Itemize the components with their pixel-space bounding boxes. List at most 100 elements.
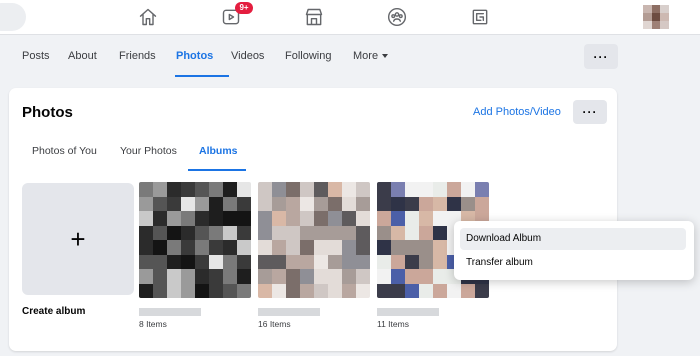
thumbnail-pixel [209,182,223,197]
thumbnail-pixel [272,182,286,197]
thumbnail-pixel [433,225,447,240]
thumbnail-pixel [461,283,475,298]
tab-friends[interactable]: Friends [119,50,156,62]
thumbnail-pixel [391,254,405,269]
thumbnail-pixel [433,240,447,255]
thumbnail-pixel [272,269,286,284]
thumbnail-pixel [300,225,314,240]
thumbnail-pixel [195,196,209,211]
thumbnail-pixel [258,283,272,298]
thumbnail-pixel [272,225,286,240]
album-title-redacted [258,308,320,316]
thumbnail-pixel [328,182,342,197]
groups-icon[interactable] [385,5,409,29]
thumbnail-pixel [419,211,433,226]
thumbnail-pixel [153,254,167,269]
tab-posts[interactable]: Posts [22,50,50,62]
create-album-button[interactable]: + [22,183,134,295]
thumbnail-pixel [391,211,405,226]
thumbnail-pixel [237,240,251,255]
thumbnail-pixel [405,283,419,298]
thumbnail-pixel [405,254,419,269]
thumbnail-pixel [181,196,195,211]
thumbnail-pixel [237,211,251,226]
download-album-menu-item[interactable]: Download Album [460,228,686,250]
thumbnail-pixel [342,283,356,298]
thumbnail-pixel [209,211,223,226]
album-thumbnail[interactable] [258,182,370,298]
thumbnail-pixel [391,240,405,255]
thumbnail-pixel [342,211,356,226]
thumbnail-pixel [286,254,300,269]
home-icon[interactable] [136,5,160,29]
thumbnail-pixel [286,182,300,197]
thumbnail-pixel [405,240,419,255]
gaming-icon[interactable] [468,5,492,29]
thumbnail-pixel [391,225,405,240]
thumbnail-pixel [209,225,223,240]
album-item-count: 8 Items [139,319,167,329]
thumbnail-pixel [223,240,237,255]
thumbnail-pixel [377,225,391,240]
active-tab-indicator [175,75,229,77]
thumbnail-pixel [475,283,489,298]
thumbnail-pixel [258,225,272,240]
thumbnail-pixel [272,211,286,226]
thumbnail-pixel [342,254,356,269]
transfer-album-menu-item[interactable]: Transfer album [460,252,686,274]
avatar[interactable] [643,5,669,29]
marketplace-icon[interactable] [302,5,326,29]
tab-following[interactable]: Following [285,50,331,62]
tab-about[interactable]: About [68,50,97,62]
thumbnail-pixel [356,196,370,211]
album-thumbnail[interactable] [139,182,251,298]
tab-more[interactable]: More [353,50,389,62]
tab-albums[interactable]: Albums [199,145,238,157]
thumbnail-pixel [405,196,419,211]
thumbnail-pixel [314,283,328,298]
thumbnail-pixel [139,269,153,284]
tab-videos[interactable]: Videos [231,50,264,62]
thumbnail-pixel [167,211,181,226]
thumbnail-pixel [286,269,300,284]
thumbnail-pixel [300,182,314,197]
profile-options-button[interactable]: ··· [584,44,618,69]
thumbnail-pixel [314,182,328,197]
thumbnail-pixel [286,283,300,298]
thumbnail-pixel [223,211,237,226]
thumbnail-pixel [237,225,251,240]
thumbnail-pixel [314,225,328,240]
thumbnail-pixel [153,211,167,226]
create-album-label: Create album [22,306,86,317]
thumbnail-pixel [237,196,251,211]
tab-photos[interactable]: Photos [176,50,213,62]
tab-photos-of-you[interactable]: Photos of You [32,145,97,157]
search-pill[interactable] [0,3,26,31]
thumbnail-pixel [377,254,391,269]
add-photos-video-link[interactable]: Add Photos/Video [473,106,561,118]
thumbnail-pixel [314,240,328,255]
thumbnail-pixel [139,211,153,226]
thumbnail-pixel [258,196,272,211]
thumbnail-pixel [258,269,272,284]
tab-your-photos[interactable]: Your Photos [120,145,177,157]
thumbnail-pixel [342,225,356,240]
thumbnail-pixel [391,269,405,284]
thumbnail-pixel [258,182,272,197]
thumbnail-pixel [342,269,356,284]
thumbnail-pixel [391,196,405,211]
thumbnail-pixel [328,211,342,226]
thumbnail-pixel [433,182,447,197]
thumbnail-pixel [167,196,181,211]
photos-options-button[interactable]: ··· [573,100,607,124]
thumbnail-pixel [391,283,405,298]
thumbnail-pixel [139,240,153,255]
thumbnail-pixel [209,254,223,269]
thumbnail-pixel [272,196,286,211]
thumbnail-pixel [167,182,181,197]
thumbnail-pixel [328,196,342,211]
album-item-count: 11 Items [377,319,409,329]
thumbnail-pixel [286,211,300,226]
thumbnail-pixel [258,240,272,255]
thumbnail-pixel [223,225,237,240]
